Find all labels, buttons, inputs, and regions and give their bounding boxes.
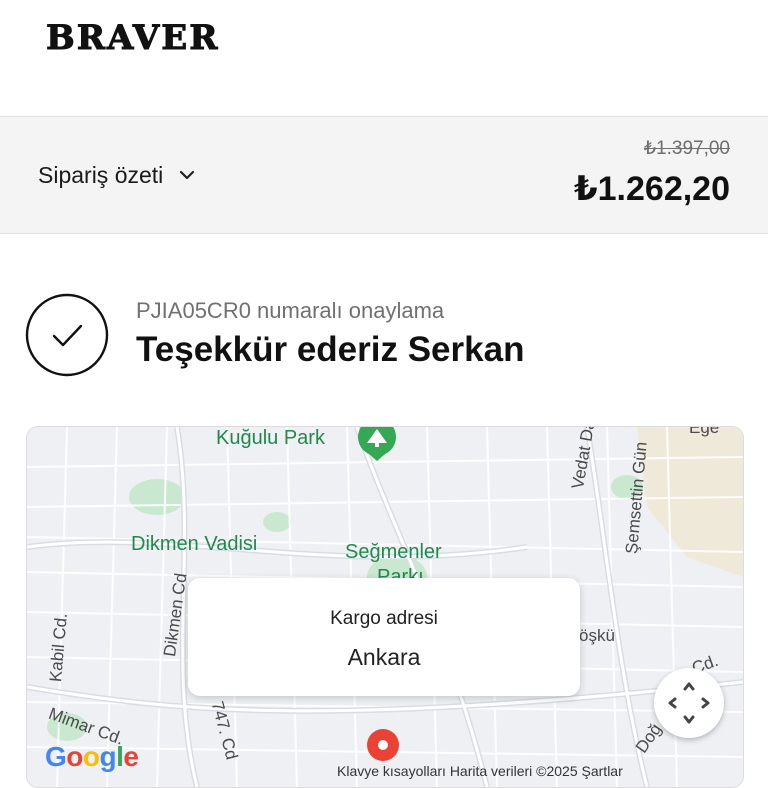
order-summary-label: Sipariş özeti (38, 161, 164, 188)
chevron-down-icon (177, 165, 197, 185)
total-price: ₺1.262,20 (573, 170, 730, 208)
map-label-kugulu-park: Kuğulu Park (216, 427, 325, 449)
confirmation-number: PJIA05CR0 numaralı onaylama (136, 298, 445, 323)
shipping-address-card: Kargo adresi Ankara (188, 578, 580, 696)
google-logo[interactable]: Google (45, 741, 139, 773)
shipping-map[interactable]: Kuğulu Park Dikmen Vadisi Seğmenler Park… (26, 426, 744, 788)
thank-you-heading: Teşekkür ederiz Serkan (136, 330, 525, 369)
map-attribution[interactable]: Klavye kısayolları Harita verileri ©2025… (337, 763, 623, 779)
map-label-segmenler: Seğmenler (345, 541, 442, 563)
order-summary-toggle[interactable]: Sipariş özeti (38, 158, 197, 192)
fullscreen-button[interactable] (654, 668, 724, 738)
shipping-address-label: Kargo adresi (330, 608, 438, 629)
fullscreen-icon (668, 682, 710, 724)
site-header: BRAVER (0, 0, 768, 117)
map-label-dikmen-vadisi: Dikmen Vadisi (131, 533, 258, 555)
shipping-address-city: Ankara (347, 644, 421, 670)
map-label-kosku: öşkü (579, 626, 615, 645)
map-label-ege: Ege (689, 426, 720, 437)
original-price: ₺1.397,00 (643, 138, 730, 159)
checkmark-circle-icon (25, 293, 109, 377)
brand-logo[interactable]: BRAVER (45, 18, 219, 59)
location-pin-icon (367, 729, 399, 761)
